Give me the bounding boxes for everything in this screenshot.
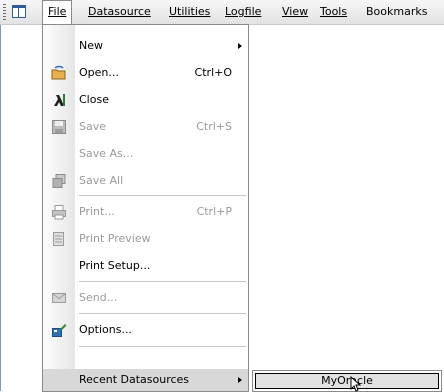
menu-item-new-label: New <box>79 39 103 52</box>
menu-item-save-all-label: Save All <box>79 174 124 187</box>
save-disk-icon <box>52 120 66 134</box>
mail-icon <box>52 293 66 303</box>
recent-datasource-item-label: MyOracle <box>321 374 373 387</box>
recent-datasources-submenu: MyOracle <box>252 370 442 392</box>
menu-item-new[interactable]: New <box>43 35 248 57</box>
menu-bar: File Datasource Utilities Logfile View T… <box>0 0 444 25</box>
menu-item-send-label: Send... <box>79 291 118 304</box>
submenu-arrow-icon <box>238 43 242 49</box>
menu-separator <box>79 195 246 196</box>
menu-file-label: File <box>48 5 67 18</box>
menu-datasource-label: Datasource <box>88 5 151 18</box>
menu-item-options[interactable]: Options... <box>43 319 248 341</box>
menu-tools-label: Tools <box>320 5 348 18</box>
menu-item-save-as[interactable]: Save As... <box>43 143 248 165</box>
print-preview-icon <box>53 232 64 246</box>
menu-utilities-label: Utilities <box>169 5 211 18</box>
menu-item-save-as-label: Save As... <box>79 147 134 160</box>
menu-item-options-label: Options... <box>79 323 132 336</box>
menu-item-open-label: Open... <box>79 66 119 79</box>
open-folder-icon <box>51 65 66 80</box>
menu-item-print-preview[interactable]: Print Preview <box>43 228 248 250</box>
menu-item-print-label: Print... <box>79 205 115 218</box>
file-menu-dropdown: New Open... Ctrl+O Close Save Ctrl+S Sav… <box>42 24 249 392</box>
menu-item-print-preview-label: Print Preview <box>79 232 151 245</box>
save-all-icon <box>52 174 66 188</box>
recent-datasource-item[interactable]: MyOracle <box>255 373 439 389</box>
mouse-pointer-icon <box>350 376 362 392</box>
close-icon <box>54 94 65 106</box>
menu-separator <box>79 313 246 314</box>
menu-item-print-setup-label: Print Setup... <box>79 259 151 272</box>
menu-item-open[interactable]: Open... Ctrl+O <box>43 62 248 84</box>
menu-utilities[interactable]: Utilities <box>163 0 216 24</box>
menu-item-save[interactable]: Save Ctrl+S <box>43 116 248 138</box>
menu-item-close-label: Close <box>79 93 109 106</box>
menu-logfile[interactable]: Logfile <box>219 0 267 24</box>
menu-file[interactable]: File <box>42 0 73 24</box>
menu-item-send[interactable]: Send... <box>43 287 248 309</box>
submenu-arrow-icon <box>238 377 242 383</box>
menu-separator <box>79 281 246 282</box>
menu-item-open-shortcut: Ctrl+O <box>194 66 232 79</box>
menu-item-recent-datasources[interactable]: Recent Datasources <box>43 369 248 391</box>
menu-item-save-shortcut: Ctrl+S <box>196 120 232 133</box>
toolbar-grip[interactable] <box>3 4 6 20</box>
menu-bookmarks[interactable]: Bookmarks <box>360 0 433 24</box>
menu-item-save-all[interactable]: Save All <box>43 170 248 192</box>
printer-icon <box>52 205 66 220</box>
app-window-icon[interactable] <box>12 5 26 18</box>
menu-item-save-label: Save <box>79 120 107 133</box>
options-icon <box>52 324 67 337</box>
menu-view[interactable]: View <box>276 0 314 24</box>
menu-tools[interactable]: Tools <box>314 0 353 24</box>
menu-item-recent-datasources-label: Recent Datasources <box>79 373 190 386</box>
menu-item-print[interactable]: Print... Ctrl+P <box>43 201 248 223</box>
menu-item-print-setup[interactable]: Print Setup... <box>43 255 248 277</box>
menu-view-label: View <box>282 5 309 18</box>
menu-logfile-label: Logfile <box>225 5 262 18</box>
menu-item-print-shortcut: Ctrl+P <box>196 205 232 218</box>
menu-bookmarks-label: Bookmarks <box>366 5 428 18</box>
menu-separator <box>79 346 246 347</box>
menu-datasource[interactable]: Datasource <box>82 0 157 24</box>
menu-item-close[interactable]: Close <box>43 89 248 111</box>
